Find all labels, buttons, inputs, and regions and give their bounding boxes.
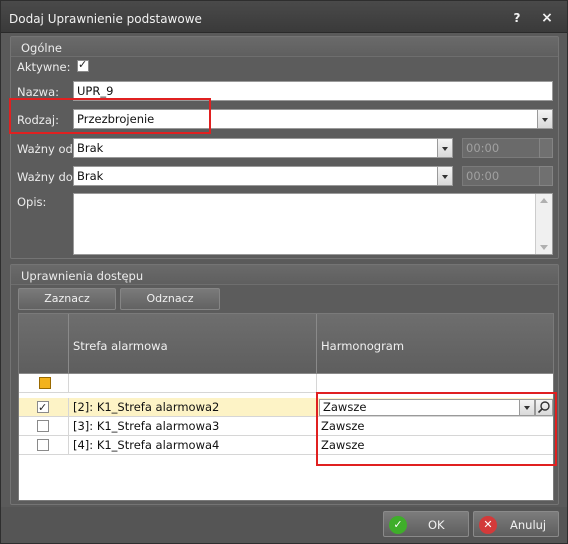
scroll-down-icon[interactable] bbox=[540, 245, 548, 250]
help-icon[interactable]: ? bbox=[509, 10, 525, 26]
valid-to-value: Brak bbox=[77, 169, 104, 183]
cancel-icon: ✕ bbox=[479, 516, 497, 534]
chevron-down-icon[interactable] bbox=[537, 109, 553, 129]
grid-header-schedule[interactable]: Harmonogram bbox=[317, 314, 553, 374]
row-zone: [3]: K1_Strefa alarmowa3 bbox=[69, 417, 317, 436]
description-label: Opis: bbox=[17, 195, 47, 209]
grid-header-check bbox=[19, 314, 69, 374]
valid-from-time: 00:00 bbox=[462, 138, 553, 158]
valid-to-label: Ważny do: bbox=[17, 170, 77, 184]
title-bar: Dodaj Uprawnienie podstawowe ? × bbox=[1, 1, 567, 33]
active-label: Aktywne: bbox=[17, 60, 71, 74]
row-check-cell bbox=[19, 436, 69, 455]
dialog-window: Dodaj Uprawnienie podstawowe ? × Ogólne … bbox=[0, 0, 568, 544]
valid-from-label: Ważny od: bbox=[17, 142, 77, 156]
spin-icon bbox=[539, 138, 553, 158]
filter-cell-check bbox=[19, 374, 69, 393]
ok-label: OK bbox=[428, 518, 445, 532]
column-schedule-label: Harmonogram bbox=[321, 339, 405, 353]
scroll-up-icon[interactable] bbox=[540, 198, 548, 203]
spin-icon bbox=[539, 166, 553, 186]
access-group-header: Uprawnienia dostępu bbox=[11, 265, 558, 285]
name-label: Nazwa: bbox=[17, 85, 60, 99]
description-textarea[interactable] bbox=[73, 193, 553, 255]
column-zone-label: Strefa alarmowa bbox=[73, 339, 168, 353]
grid-header-zone[interactable]: Strefa alarmowa bbox=[69, 314, 317, 374]
row-zone: [2]: K1_Strefa alarmowa2 bbox=[69, 398, 317, 417]
valid-from-time-value: 00:00 bbox=[466, 141, 500, 155]
chevron-down-icon[interactable] bbox=[437, 166, 453, 186]
select-all-button[interactable]: Zaznacz wszystkie bbox=[18, 288, 116, 325]
grid-header: Strefa alarmowa Harmonogram bbox=[19, 314, 553, 374]
chevron-down-icon[interactable] bbox=[437, 138, 453, 158]
row-checkbox[interactable] bbox=[37, 439, 49, 451]
cancel-button[interactable]: ✕ Anuluj bbox=[473, 511, 559, 537]
general-group-title: Ogólne bbox=[21, 41, 62, 55]
window-title: Dodaj Uprawnienie podstawowe bbox=[9, 12, 202, 26]
description-scrollbar[interactable] bbox=[535, 194, 552, 254]
valid-to-time-value: 00:00 bbox=[466, 169, 500, 183]
filter-row bbox=[19, 374, 553, 393]
highlight-schedule-box bbox=[316, 392, 557, 466]
highlight-type-box bbox=[9, 98, 211, 134]
row-checkbox[interactable] bbox=[37, 420, 49, 432]
access-group-title: Uprawnienia dostępu bbox=[21, 269, 144, 283]
row-check-cell bbox=[19, 417, 69, 436]
row-checkbox[interactable] bbox=[37, 399, 49, 417]
general-group-header: Ogólne bbox=[11, 37, 558, 57]
valid-from-dropdown[interactable]: Brak bbox=[73, 138, 453, 158]
valid-to-time: 00:00 bbox=[462, 166, 553, 186]
close-icon[interactable]: × bbox=[539, 10, 555, 26]
active-checkbox[interactable] bbox=[77, 58, 89, 72]
valid-to-dropdown[interactable]: Brak bbox=[73, 166, 453, 186]
cancel-label: Anuluj bbox=[510, 518, 547, 532]
deselect-all-button[interactable]: Odznacz wszystkie bbox=[120, 288, 220, 325]
row-zone: [4]: K1_Strefa alarmowa4 bbox=[69, 436, 317, 455]
filter-cell-zone[interactable] bbox=[69, 374, 317, 393]
check-icon: ✓ bbox=[389, 516, 407, 534]
filter-cell-schedule[interactable] bbox=[317, 374, 553, 393]
dialog-footer: ✓ OK ✕ Anuluj bbox=[1, 507, 567, 543]
valid-from-value: Brak bbox=[77, 141, 104, 155]
filter-icon[interactable] bbox=[39, 377, 51, 389]
row-check-cell bbox=[19, 398, 69, 417]
name-value: UPR_9 bbox=[77, 84, 114, 98]
ok-button[interactable]: ✓ OK bbox=[383, 511, 469, 537]
